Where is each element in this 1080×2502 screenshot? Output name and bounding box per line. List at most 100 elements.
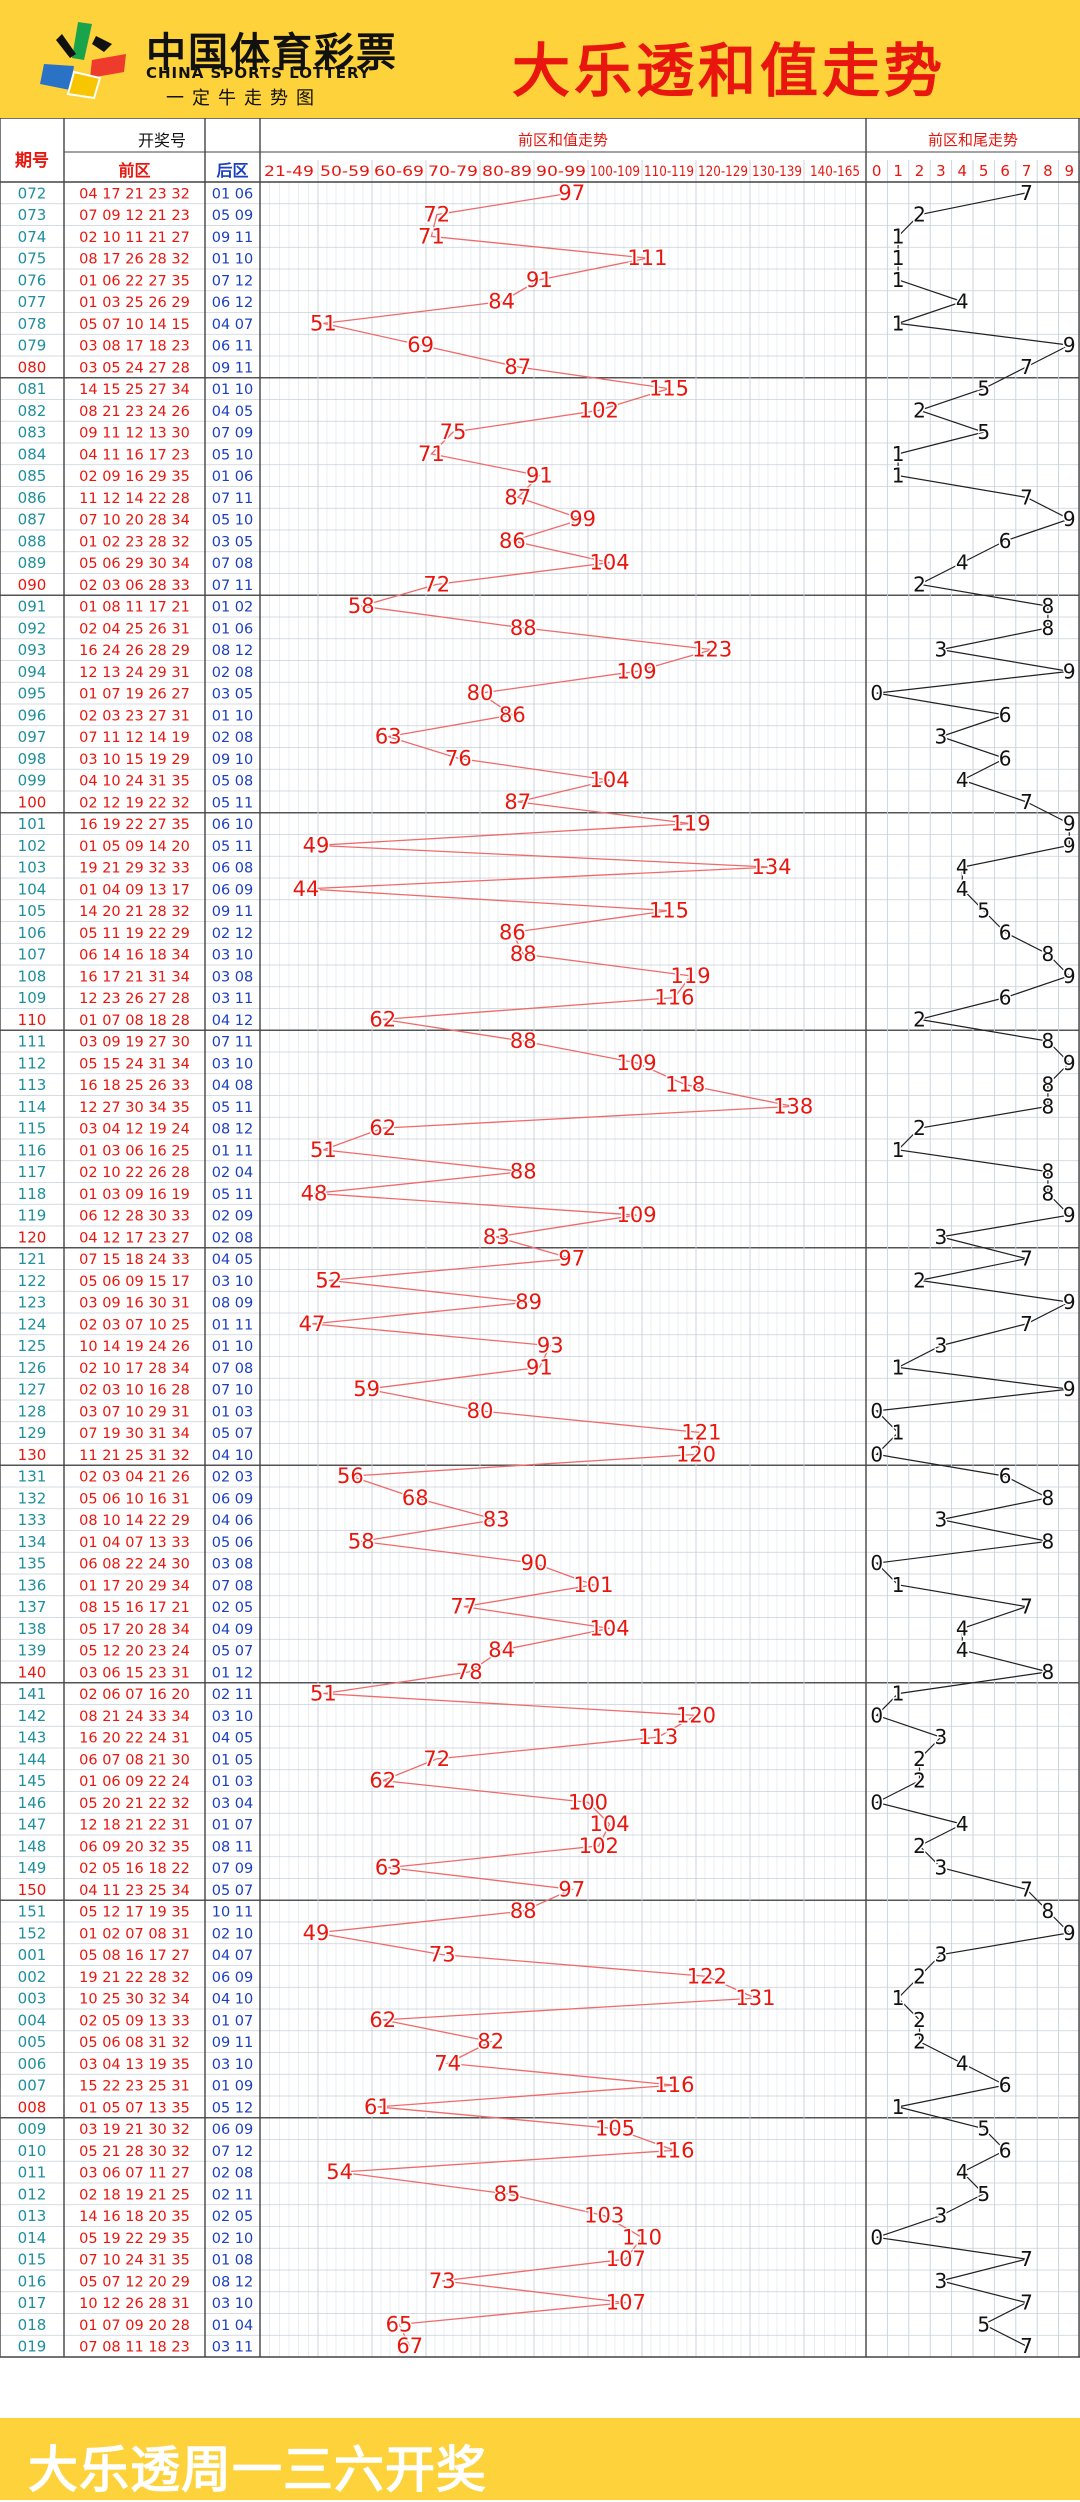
issue-number: 108 [18,967,47,985]
front-zone-numbers: 03 04 13 19 35 [79,2057,190,2073]
sum-value-label: 71 [418,224,445,248]
back-zone-numbers: 07 11 [212,491,254,507]
issue-number: 107 [18,946,47,964]
back-zone-numbers: 07 12 [212,273,254,289]
sum-value-label: 97 [558,1877,585,1901]
tail-value-label: 6 [999,703,1012,727]
tail-value-label: 0 [870,1442,883,1466]
tail-value-label: 6 [999,1464,1012,1488]
issue-number: 127 [18,1381,47,1399]
issue-number: 139 [18,1642,47,1660]
back-zone-numbers: 04 09 [212,1622,254,1638]
tail-digit-label: 6 [1000,162,1010,180]
front-zone-numbers: 02 03 23 27 31 [79,708,190,724]
sum-value-label: 52 [315,1268,342,1292]
tail-value-label: 8 [1042,1094,1055,1118]
front-zone-numbers: 08 21 23 24 26 [79,404,190,420]
issue-number: 115 [18,1120,47,1138]
sum-value-label: 76 [445,746,472,770]
front-zone-numbers: 01 05 07 13 35 [79,2100,190,2116]
back-zone-numbers: 05 08 [212,774,254,790]
tail-digit-label: 8 [1043,162,1053,180]
tail-value-label: 4 [956,768,969,792]
issue-number: 014 [18,2229,47,2247]
issue-number: 130 [18,1446,47,1464]
front-zone-numbers: 02 04 25 26 31 [79,621,190,637]
sum-value-label: 85 [494,2182,521,2206]
front-zone-numbers: 14 16 18 20 35 [79,2209,190,2225]
tail-value-label: 7 [1020,1877,1033,1901]
issue-number: 144 [18,1750,47,1768]
tail-value-label: 2 [913,1116,926,1140]
back-zone-numbers: 01 06 [212,186,254,202]
issue-number: 111 [18,1033,47,1051]
tail-value-label: 1 [892,268,905,292]
issue-number: 097 [18,728,47,746]
tail-digit-label: 5 [979,162,989,180]
front-zone-numbers: 01 03 09 16 19 [79,1187,190,1203]
back-zone-numbers: 02 08 [212,1230,254,1246]
sum-value-label: 54 [326,2160,353,2184]
sum-value-label: 56 [337,1464,364,1488]
sum-value-label: 80 [467,1399,494,1423]
issue-number: 112 [18,1054,47,1072]
sum-value-label: 68 [402,1486,429,1510]
back-zone-numbers: 04 10 [212,1448,254,1464]
front-zone-numbers: 05 07 12 20 29 [79,2274,190,2290]
sum-bin-label: 50-59 [320,164,370,180]
issue-number: 105 [18,902,47,920]
front-zone-numbers: 02 05 16 18 22 [79,1861,190,1877]
issue-number: 137 [18,1598,47,1616]
logo-english-text: CHINA SPORTS LOTTERY [146,64,371,82]
back-zone-numbers: 01 10 [212,252,254,268]
front-zone-numbers: 11 12 14 22 28 [79,491,190,507]
front-zone-numbers: 08 15 16 17 21 [79,1600,190,1616]
front-zone-numbers: 02 03 07 10 25 [79,1317,190,1333]
tail-value-label: 9 [1063,1203,1076,1227]
issue-number: 096 [18,706,47,724]
back-zone-numbers: 06 09 [212,1970,254,1986]
front-zone-numbers: 01 04 09 13 17 [79,882,190,898]
tail-value-label: 4 [956,2051,969,2075]
tail-value-label: 9 [1063,1377,1076,1401]
tail-value-label: 7 [1020,1312,1033,1336]
back-zone-numbers: 06 09 [212,2122,254,2138]
sum-value-label: 138 [773,1094,813,1118]
issue-column-header: 期号 [15,151,49,171]
back-zone-numbers: 08 11 [212,1839,254,1855]
issue-number: 122 [18,1272,47,1290]
back-zone-numbers: 03 10 [212,2057,254,2073]
issue-number: 007 [18,2077,47,2095]
tail-value-label: 7 [1020,485,1033,509]
back-zone-numbers: 06 11 [212,339,254,355]
sum-value-label: 111 [627,246,667,270]
back-zone-numbers: 01 02 [212,600,254,616]
tail-value-label: 4 [956,1616,969,1640]
tail-digit-label: 1 [893,162,903,180]
issue-number: 084 [18,445,47,463]
tail-value-label: 8 [1042,1160,1055,1184]
front-zone-numbers: 01 02 07 08 31 [79,1926,190,1942]
issue-number: 121 [18,1250,47,1268]
tail-value-label: 4 [956,551,969,575]
back-zone-numbers: 01 09 [212,2079,254,2095]
back-zone-numbers: 04 05 [212,1731,254,1747]
front-zone-numbers: 01 17 20 29 34 [79,1578,190,1594]
sum-value-label: 89 [515,1290,542,1314]
back-zone-numbers: 08 09 [212,1296,254,1312]
sum-value-label: 49 [303,1921,330,1945]
sum-value-label: 51 [310,1138,337,1162]
back-zone-numbers: 05 11 [212,839,254,855]
tail-digit-label: 0 [872,162,882,180]
sum-value-label: 118 [665,1073,705,1097]
back-zone-numbers: 07 11 [212,578,254,594]
sum-value-label: 65 [386,2312,413,2336]
tail-value-label: 0 [870,1399,883,1423]
issue-number: 080 [18,358,47,376]
sum-value-label: 107 [606,2247,646,2271]
tail-digit-label: 9 [1065,162,1075,180]
issue-number: 011 [18,2164,47,2182]
issue-number: 103 [18,859,47,877]
front-zone-numbers: 02 10 11 21 27 [79,230,190,246]
sum-value-label: 134 [752,855,792,879]
